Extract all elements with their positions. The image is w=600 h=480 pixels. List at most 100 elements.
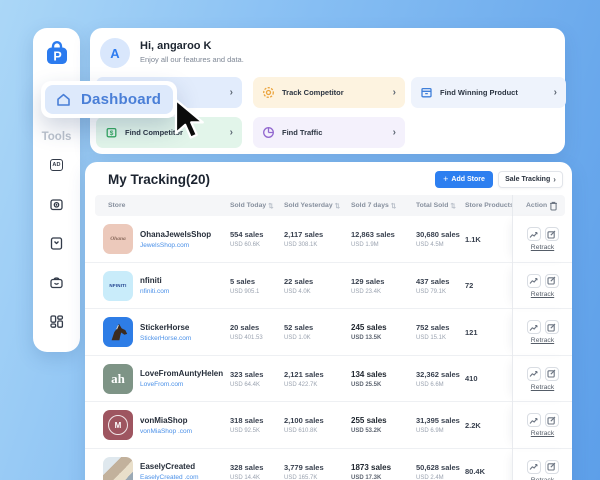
greeting-title: Hi, angaroo K	[140, 40, 212, 52]
product-research-icon[interactable]	[49, 196, 65, 212]
tracking-title: My Tracking(20)	[108, 172, 210, 187]
store-domain-link[interactable]: EaselyCreated .com	[140, 474, 199, 480]
home-icon	[55, 91, 72, 108]
edit-button[interactable]	[545, 413, 559, 427]
action-cell: Retrack	[512, 356, 572, 403]
card-label: Track Competitor	[282, 88, 344, 97]
store-name: EaselyCreated	[140, 462, 199, 471]
sort-icon: ⇅	[335, 202, 340, 210]
card-label: Find Winning Product	[440, 88, 518, 97]
analytics-chart-button[interactable]	[527, 320, 541, 334]
col-sold-yesterday[interactable]: Sold Yesterday⇅	[284, 202, 351, 210]
sold-yesterday-cell: 3,779 sales USD 165.7K	[284, 463, 351, 480]
tools-section-label: Tools	[42, 131, 72, 143]
card-find-competitor[interactable]: $ Find Competitor ›	[96, 117, 242, 148]
retrack-link[interactable]: Retrack	[531, 337, 554, 344]
table-row: ah LoveFromAuntyHelen LoveFrom.com 323 s…	[85, 356, 572, 403]
pie-chart-icon	[262, 126, 275, 139]
analytics-chart-button[interactable]	[527, 274, 541, 288]
app-window: P Tools AD	[0, 0, 600, 480]
action-cell: Retrack	[512, 263, 572, 310]
col-sold-7-days[interactable]: Sold 7 days⇅	[351, 202, 416, 210]
add-store-button[interactable]: + Add Store	[435, 171, 493, 188]
edit-button[interactable]	[545, 320, 559, 334]
dashboard-nav-overlay: Dashboard	[41, 81, 177, 118]
store-logo: NFINITI	[103, 271, 133, 301]
chevron-right-icon: ›	[393, 88, 396, 98]
chevron-right-icon: ›	[230, 128, 233, 138]
sort-icon: ⇅	[450, 202, 455, 210]
store-domain-link[interactable]: LoveFrom.com	[140, 381, 223, 388]
store-products-cell: 121	[465, 328, 512, 337]
retrack-link[interactable]: Retrack	[531, 430, 554, 437]
edit-button[interactable]	[545, 367, 559, 381]
retrack-link[interactable]: Retrack	[531, 244, 554, 251]
trash-icon[interactable]	[549, 201, 558, 211]
card-find-traffic[interactable]: Find Traffic ›	[253, 117, 405, 148]
store-products-cell: 1.1K	[465, 235, 512, 244]
chevron-right-icon: ›	[230, 88, 233, 98]
apps-grid-icon[interactable]	[49, 313, 65, 329]
store-domain-link[interactable]: StickerHorse.com	[140, 335, 191, 342]
store-products-cell: 410	[465, 374, 512, 383]
table-body: Ohana OhanaJewelsShop JewelsShop.com 554…	[85, 216, 572, 480]
total-sold-cell: 50,628 sales USD 2.4M	[416, 463, 465, 480]
retrack-link[interactable]: Retrack	[531, 291, 554, 298]
sold-yesterday-cell: 2,100 sales USD 610.8K	[284, 416, 351, 434]
product-box-icon	[420, 86, 433, 99]
sidebar: P Tools AD	[33, 28, 80, 352]
edit-button[interactable]	[545, 227, 559, 241]
sale-tracking-button[interactable]: Sale Tracking ›	[498, 171, 563, 188]
store-bag-icon[interactable]	[49, 274, 65, 290]
sold-7-days-cell: 255 sales USD 53.2K	[351, 416, 416, 434]
sold-today-cell: 318 sales USD 92.5K	[230, 416, 284, 434]
col-sold-today[interactable]: Sold Today⇅	[230, 202, 284, 210]
sold-yesterday-cell: 52 sales USD 1.0K	[284, 323, 351, 341]
horse-logo-image	[107, 321, 129, 343]
avatar[interactable]: A	[100, 38, 130, 68]
total-sold-cell: 31,395 sales USD 6.9M	[416, 416, 465, 434]
brand-bag-logo-icon[interactable]: P	[42, 38, 72, 68]
col-total-sold[interactable]: Total Sold⇅	[416, 202, 465, 210]
dollar-store-icon: $	[105, 126, 118, 139]
sold-yesterday-cell: 22 sales USD 4.0K	[284, 277, 351, 295]
table-row: M vonMiaShop vonMiaShop .com 318 sales U…	[85, 402, 572, 449]
card-find-winning-product[interactable]: Find Winning Product ›	[411, 77, 566, 108]
store-logo: ah	[103, 364, 133, 394]
store-domain-link[interactable]: nfiniti.com	[140, 288, 169, 295]
analytics-chart-button[interactable]	[527, 460, 541, 474]
analytics-chart-button[interactable]	[527, 413, 541, 427]
action-cell: Retrack	[512, 309, 572, 356]
edit-button[interactable]	[545, 460, 559, 474]
total-sold-cell: 437 sales USD 79.1K	[416, 277, 465, 295]
table-row: Ohana OhanaJewelsShop JewelsShop.com 554…	[85, 216, 572, 263]
table-row: NFINITI nfiniti nfiniti.com 5 sales USD …	[85, 263, 572, 310]
chevron-right-icon: ›	[393, 128, 396, 138]
store-domain-link[interactable]: vonMiaShop .com	[140, 428, 192, 435]
total-sold-cell: 752 sales USD 15.1K	[416, 323, 465, 341]
analytics-chart-button[interactable]	[527, 367, 541, 381]
store-products-cell: 2.2K	[465, 421, 512, 430]
sold-7-days-cell: 1873 sales USD 17.3K	[351, 463, 416, 480]
sold-yesterday-cell: 2,121 sales USD 422.7K	[284, 370, 351, 388]
card-label: Find Traffic	[282, 128, 322, 137]
store-logo: M	[103, 410, 133, 440]
dashboard-nav-button[interactable]: Dashboard	[45, 85, 173, 114]
retrack-link[interactable]: Retrack	[531, 384, 554, 391]
col-store-products: Store Products	[465, 202, 512, 209]
sort-icon: ⇅	[268, 202, 273, 210]
store-name: vonMiaShop	[140, 416, 192, 425]
store-name: LoveFromAuntyHelen	[140, 369, 223, 378]
analytics-chart-button[interactable]	[527, 227, 541, 241]
library-book-icon[interactable]	[49, 235, 65, 251]
edit-button[interactable]	[545, 274, 559, 288]
card-track-competitor[interactable]: Track Competitor ›	[253, 77, 405, 108]
store-logo: Ohana	[103, 224, 133, 254]
chevron-right-icon: ›	[553, 175, 556, 184]
store-name: OhanaJewelsShop	[140, 230, 211, 239]
sold-today-cell: 20 sales USD 401.53	[230, 323, 284, 341]
table-header-row: Store Sold Today⇅ Sold Yesterday⇅ Sold 7…	[95, 195, 565, 216]
ad-spy-icon[interactable]: AD	[49, 157, 65, 173]
store-domain-link[interactable]: JewelsShop.com	[140, 242, 211, 249]
table-row: EaselyCreated EaselyCreated .com 328 sal…	[85, 449, 572, 480]
